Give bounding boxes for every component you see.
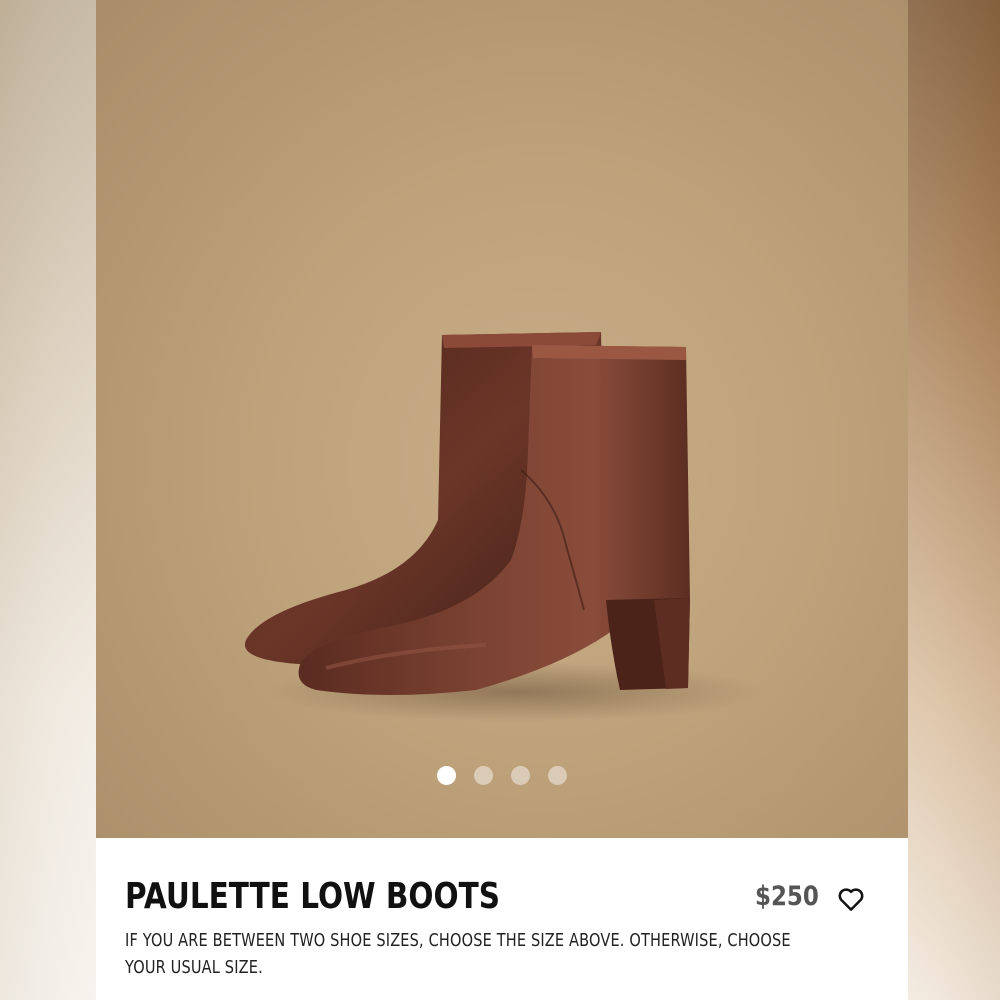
carousel-dots (96, 766, 908, 785)
product-price: $250 (755, 881, 819, 912)
product-card: PAULETTE LOW BOOTS $250 IF YOU ARE BETWE… (96, 0, 908, 1000)
size-note: IF YOU ARE BETWEEN TWO SHOE SIZES, CHOOS… (125, 931, 791, 978)
carousel-dot[interactable] (548, 766, 567, 785)
carousel-dot[interactable] (511, 766, 530, 785)
heart-outline-icon (838, 888, 864, 911)
carousel-dot[interactable] (474, 766, 493, 785)
left-backdrop (0, 0, 96, 1000)
favorite-button[interactable] (836, 884, 866, 914)
product-title: PAULETTE LOW BOOTS (125, 876, 500, 917)
right-backdrop (908, 0, 1000, 1000)
boots-illustration (244, 332, 766, 722)
carousel-dot[interactable] (437, 766, 456, 785)
product-image[interactable] (96, 0, 908, 838)
